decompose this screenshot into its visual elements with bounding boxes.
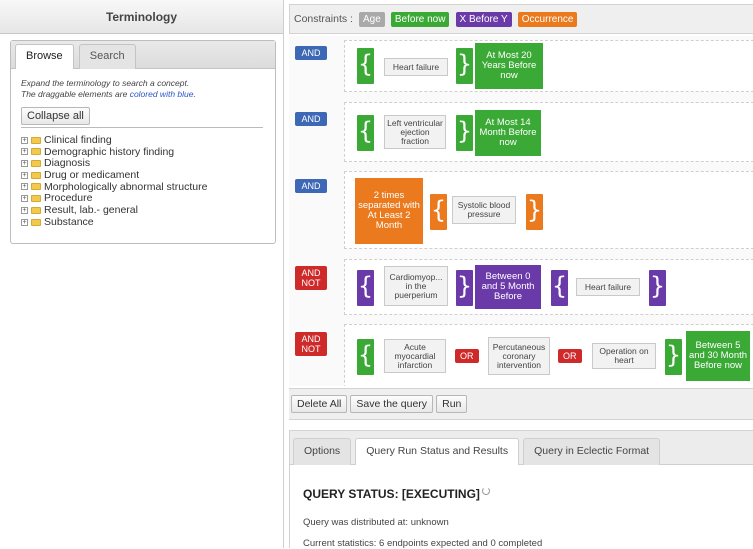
- constraint-occurrence[interactable]: Occurrence: [517, 12, 578, 27]
- expand-icon[interactable]: +: [21, 183, 28, 191]
- query-status: QUERY STATUS: [EXECUTING]: [303, 487, 490, 501]
- folder-icon: [31, 171, 41, 179]
- expand-icon[interactable]: +: [21, 206, 28, 214]
- expand-icon[interactable]: +: [21, 218, 28, 226]
- criterion-row: { Cardiomyop... in the puerperium } Betw…: [344, 259, 753, 315]
- constraint-x-before-y[interactable]: X Before Y: [455, 12, 512, 27]
- folder-icon: [31, 195, 41, 203]
- delete-all-button[interactable]: Delete All: [291, 395, 348, 413]
- criterion-row: { Acute myocardial infarction OR Percuta…: [344, 324, 753, 386]
- concept-operation-heart[interactable]: Operation on heart: [592, 343, 656, 369]
- results-panel: Options Query Run Status and Results Que…: [289, 430, 753, 549]
- close-brace-icon: }: [456, 115, 473, 151]
- tree-divider: [21, 127, 263, 128]
- expand-icon[interactable]: +: [21, 195, 28, 203]
- query-actions: Delete All Save the query Run: [289, 388, 753, 420]
- query-status-text: QUERY STATUS: [EXECUTING]: [303, 487, 480, 501]
- expand-icon[interactable]: +: [21, 136, 28, 144]
- folder-icon: [31, 206, 41, 214]
- criterion-row: { Left ventricular ejection fraction } A…: [344, 102, 753, 162]
- or-operator[interactable]: OR: [455, 349, 479, 363]
- constraint-before-now[interactable]: Before now: [390, 12, 450, 27]
- folder-icon: [31, 160, 41, 168]
- temporal-constraint[interactable]: Between 0 and 5 Month Before: [475, 265, 541, 309]
- tree-item-label: Drug or medicament: [44, 169, 140, 182]
- open-brace-icon: {: [357, 115, 374, 151]
- tree-item-label: Clinical finding: [44, 134, 112, 146]
- operator-and[interactable]: AND: [295, 179, 327, 193]
- expand-icon[interactable]: +: [21, 160, 28, 168]
- concept-cardiomyopathy[interactable]: Cardiomyop... in the puerperium: [384, 266, 448, 306]
- results-tabbar: Options Query Run Status and Results Que…: [290, 431, 753, 465]
- folder-icon: [31, 183, 41, 191]
- statistics-text: Current statistics: 6 endpoints expected…: [303, 538, 543, 549]
- open-brace-icon: {: [357, 339, 374, 375]
- hint-line-1: Expand the terminology to search a conce…: [21, 78, 190, 88]
- terminology-hint: Expand the terminology to search a conce…: [21, 78, 275, 100]
- collapse-all-button[interactable]: Collapse all: [21, 107, 90, 125]
- expand-icon[interactable]: +: [21, 171, 28, 179]
- temporal-constraint[interactable]: Between 5 and 30 Month Before now: [686, 331, 750, 381]
- temporal-constraint[interactable]: At Most 20 Years Before now: [475, 43, 543, 89]
- temporal-constraint[interactable]: At Most 14 Month Before now: [475, 110, 541, 156]
- terminology-panel: Terminology Browse Search Expand the ter…: [0, 0, 284, 548]
- criterion-row: 2 times separated with At Least 2 Month …: [344, 171, 753, 249]
- tree-item-label: Result, lab.- general: [44, 204, 138, 217]
- tab-query-run-status[interactable]: Query Run Status and Results: [355, 438, 520, 465]
- concept-systolic-bp[interactable]: Systolic blood pressure: [452, 196, 516, 224]
- operator-and[interactable]: AND: [295, 46, 327, 60]
- or-operator[interactable]: OR: [558, 349, 582, 363]
- tree-item-label: Substance: [44, 215, 94, 228]
- concept-acute-mi[interactable]: Acute myocardial infarction: [384, 339, 446, 373]
- folder-icon: [31, 148, 41, 156]
- criterion-row: { Heart failure } At Most 20 Years Befor…: [344, 40, 753, 92]
- tree-item-label: Procedure: [44, 192, 93, 205]
- hint-line-2: The draggable elements are colored with …: [21, 89, 275, 100]
- occurrence-constraint[interactable]: 2 times separated with At Least 2 Month: [355, 178, 423, 244]
- terminology-box: Browse Search Expand the terminology to …: [10, 40, 276, 244]
- close-brace-icon: }: [456, 48, 473, 84]
- query-builder-panel: Constraints : Age Before now X Before Y …: [285, 0, 753, 549]
- tree-item-substance[interactable]: + Substance: [21, 215, 207, 229]
- terminology-title: Terminology: [0, 0, 283, 34]
- constraints-label: Constraints :: [294, 13, 353, 25]
- run-button[interactable]: Run: [436, 395, 468, 413]
- close-brace-icon: }: [649, 270, 666, 306]
- concept-pci[interactable]: Percutaneous coronary intervention: [488, 337, 550, 375]
- operator-and-not[interactable]: AND NOT: [295, 332, 327, 356]
- constraints-bar: Constraints : Age Before now X Before Y …: [289, 4, 753, 34]
- query-area: AND { Heart failure } At Most 20 Years B…: [289, 36, 753, 386]
- hint-prefix: The draggable elements are: [21, 89, 130, 99]
- tree-item-label: Demographic history finding: [44, 145, 175, 158]
- close-brace-icon: }: [526, 194, 543, 230]
- tab-search[interactable]: Search: [78, 44, 136, 69]
- open-brace-icon: {: [357, 48, 374, 84]
- tree-item-label: Morphologically abnormal structure: [44, 180, 208, 193]
- distributed-text: Query was distributed at: unknown: [303, 517, 449, 528]
- folder-icon: [31, 136, 41, 144]
- concept-heart-failure[interactable]: Heart failure: [576, 278, 640, 296]
- terminology-tabbar: Browse Search: [11, 41, 275, 69]
- folder-icon: [31, 218, 41, 226]
- concept-lvef[interactable]: Left ventricular ejection fraction: [384, 115, 446, 149]
- save-query-button[interactable]: Save the query: [350, 395, 434, 413]
- loading-spinner-icon: [481, 487, 490, 495]
- hint-suffix: .: [193, 89, 196, 99]
- constraint-age[interactable]: Age: [359, 12, 385, 27]
- expand-icon[interactable]: +: [21, 148, 28, 156]
- operator-and-not[interactable]: AND NOT: [295, 266, 327, 290]
- tab-eclectic-format[interactable]: Query in Eclectic Format: [523, 438, 661, 465]
- open-brace-icon: {: [357, 270, 374, 306]
- terminology-tree: + Clinical finding + Demographic history f…: [21, 134, 208, 229]
- hint-highlight: colored with blue: [129, 89, 194, 99]
- close-brace-icon: }: [665, 339, 682, 375]
- open-brace-icon: {: [551, 270, 568, 306]
- close-brace-icon: }: [456, 270, 473, 306]
- tab-options[interactable]: Options: [293, 438, 352, 465]
- operator-and[interactable]: AND: [295, 112, 327, 126]
- open-brace-icon: {: [430, 194, 447, 230]
- tab-browse[interactable]: Browse: [15, 44, 74, 69]
- concept-heart-failure[interactable]: Heart failure: [384, 58, 448, 76]
- tree-item-label: Diagnosis: [44, 157, 91, 170]
